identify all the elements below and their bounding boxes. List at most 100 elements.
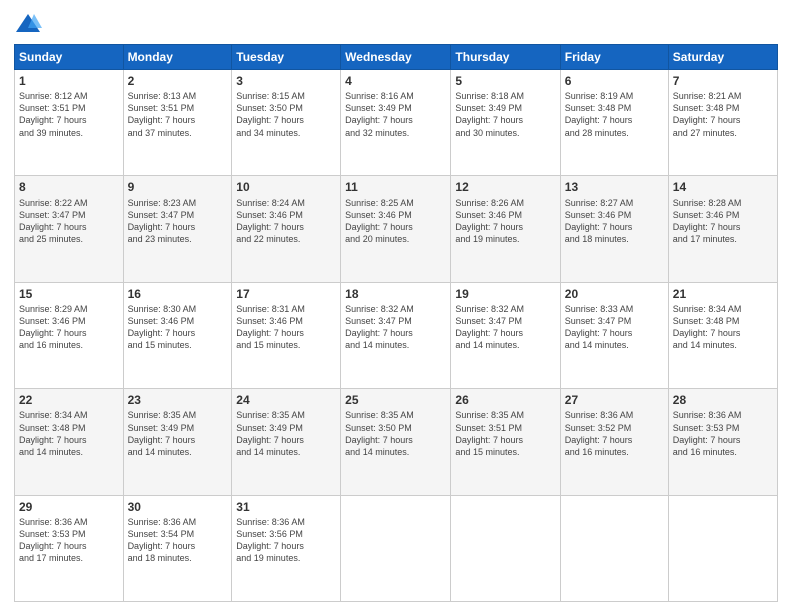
header [14,10,778,38]
day-number: 28 [673,392,773,408]
day-detail: Sunrise: 8:36 AMSunset: 3:54 PMDaylight:… [128,516,228,565]
day-detail: Sunrise: 8:19 AMSunset: 3:48 PMDaylight:… [565,90,664,139]
day-detail: Sunrise: 8:16 AMSunset: 3:49 PMDaylight:… [345,90,446,139]
day-number: 23 [128,392,228,408]
col-header-monday: Monday [123,45,232,70]
calendar-cell [560,495,668,601]
day-detail: Sunrise: 8:26 AMSunset: 3:46 PMDaylight:… [455,197,555,246]
day-number: 30 [128,499,228,515]
calendar-cell: 26Sunrise: 8:35 AMSunset: 3:51 PMDayligh… [451,389,560,495]
col-header-thursday: Thursday [451,45,560,70]
calendar-cell: 1Sunrise: 8:12 AMSunset: 3:51 PMDaylight… [15,70,124,176]
logo [14,10,44,38]
calendar-cell: 8 Sunrise: 8:22 AMSunset: 3:47 PMDaylight… [15,176,124,282]
col-header-saturday: Saturday [668,45,777,70]
calendar-cell: 4Sunrise: 8:16 AMSunset: 3:49 PMDaylight… [341,70,451,176]
day-number: 3 [236,73,336,89]
day-detail: Sunrise: 8:30 AMSunset: 3:46 PMDaylight:… [128,303,228,352]
day-number: 25 [345,392,446,408]
calendar-cell: 21Sunrise: 8:34 AMSunset: 3:48 PMDayligh… [668,282,777,388]
day-detail: Sunrise: 8:22 AMSunset: 3:47 PMDaylight:… [19,197,119,246]
calendar-cell: 17Sunrise: 8:31 AMSunset: 3:46 PMDayligh… [232,282,341,388]
day-detail: Sunrise: 8:32 AMSunset: 3:47 PMDaylight:… [345,303,446,352]
calendar-cell: 9Sunrise: 8:23 AMSunset: 3:47 PMDaylight… [123,176,232,282]
calendar-cell: 28Sunrise: 8:36 AMSunset: 3:53 PMDayligh… [668,389,777,495]
calendar-cell [451,495,560,601]
day-detail: Sunrise: 8:31 AMSunset: 3:46 PMDaylight:… [236,303,336,352]
day-number: 7 [673,73,773,89]
day-detail: Sunrise: 8:21 AMSunset: 3:48 PMDaylight:… [673,90,773,139]
day-detail: Sunrise: 8:32 AMSunset: 3:47 PMDaylight:… [455,303,555,352]
day-detail: Sunrise: 8:34 AMSunset: 3:48 PMDaylight:… [19,409,119,458]
day-number: 8 [19,179,119,195]
day-number: 21 [673,286,773,302]
calendar-cell: 29Sunrise: 8:36 AMSunset: 3:53 PMDayligh… [15,495,124,601]
day-detail: Sunrise: 8:35 AMSunset: 3:51 PMDaylight:… [455,409,555,458]
calendar-cell: 5Sunrise: 8:18 AMSunset: 3:49 PMDaylight… [451,70,560,176]
calendar-cell: 7Sunrise: 8:21 AMSunset: 3:48 PMDaylight… [668,70,777,176]
day-number: 17 [236,286,336,302]
col-header-friday: Friday [560,45,668,70]
day-detail: Sunrise: 8:25 AMSunset: 3:46 PMDaylight:… [345,197,446,246]
calendar-cell: 16Sunrise: 8:30 AMSunset: 3:46 PMDayligh… [123,282,232,388]
day-number: 6 [565,73,664,89]
calendar-cell: 18Sunrise: 8:32 AMSunset: 3:47 PMDayligh… [341,282,451,388]
day-number: 24 [236,392,336,408]
calendar-page: SundayMondayTuesdayWednesdayThursdayFrid… [0,0,792,612]
calendar-cell: 27Sunrise: 8:36 AMSunset: 3:52 PMDayligh… [560,389,668,495]
col-header-sunday: Sunday [15,45,124,70]
day-detail: Sunrise: 8:29 AMSunset: 3:46 PMDaylight:… [19,303,119,352]
day-detail: Sunrise: 8:27 AMSunset: 3:46 PMDaylight:… [565,197,664,246]
day-detail: Sunrise: 8:15 AMSunset: 3:50 PMDaylight:… [236,90,336,139]
day-number: 16 [128,286,228,302]
day-detail: Sunrise: 8:36 AMSunset: 3:52 PMDaylight:… [565,409,664,458]
day-number: 27 [565,392,664,408]
day-number: 13 [565,179,664,195]
calendar-cell: 11Sunrise: 8:25 AMSunset: 3:46 PMDayligh… [341,176,451,282]
day-number: 31 [236,499,336,515]
calendar-cell: 3Sunrise: 8:15 AMSunset: 3:50 PMDaylight… [232,70,341,176]
day-detail: Sunrise: 8:35 AMSunset: 3:50 PMDaylight:… [345,409,446,458]
day-number: 1 [19,73,119,89]
day-number: 26 [455,392,555,408]
day-number: 4 [345,73,446,89]
day-detail: Sunrise: 8:28 AMSunset: 3:46 PMDaylight:… [673,197,773,246]
day-number: 15 [19,286,119,302]
col-header-tuesday: Tuesday [232,45,341,70]
day-number: 18 [345,286,446,302]
day-number: 2 [128,73,228,89]
day-detail: Sunrise: 8:36 AMSunset: 3:53 PMDaylight:… [673,409,773,458]
day-detail: Sunrise: 8:12 AMSunset: 3:51 PMDaylight:… [19,90,119,139]
day-detail: Sunrise: 8:13 AMSunset: 3:51 PMDaylight:… [128,90,228,139]
calendar-cell: 22Sunrise: 8:34 AMSunset: 3:48 PMDayligh… [15,389,124,495]
calendar-cell: 6Sunrise: 8:19 AMSunset: 3:48 PMDaylight… [560,70,668,176]
calendar-cell: 12 Sunrise: 8:26 AMSunset: 3:46 PMDayligh… [451,176,560,282]
day-number: 10 [236,179,336,195]
calendar-cell: 14Sunrise: 8:28 AMSunset: 3:46 PMDayligh… [668,176,777,282]
calendar-cell: 2Sunrise: 8:13 AMSunset: 3:51 PMDaylight… [123,70,232,176]
day-number: 29 [19,499,119,515]
calendar-cell: 31Sunrise: 8:36 AMSunset: 3:56 PMDayligh… [232,495,341,601]
calendar-cell: 23Sunrise: 8:35 AMSunset: 3:49 PMDayligh… [123,389,232,495]
day-detail: Sunrise: 8:18 AMSunset: 3:49 PMDaylight:… [455,90,555,139]
day-number: 22 [19,392,119,408]
day-detail: Sunrise: 8:35 AMSunset: 3:49 PMDaylight:… [236,409,336,458]
day-number: 20 [565,286,664,302]
day-detail: Sunrise: 8:24 AMSunset: 3:46 PMDaylight:… [236,197,336,246]
day-detail: Sunrise: 8:34 AMSunset: 3:48 PMDaylight:… [673,303,773,352]
logo-icon [14,10,42,38]
calendar-cell: 19Sunrise: 8:32 AMSunset: 3:47 PMDayligh… [451,282,560,388]
day-number: 19 [455,286,555,302]
col-header-wednesday: Wednesday [341,45,451,70]
calendar-cell: 24Sunrise: 8:35 AMSunset: 3:49 PMDayligh… [232,389,341,495]
day-detail: Sunrise: 8:36 AMSunset: 3:56 PMDaylight:… [236,516,336,565]
calendar-cell [668,495,777,601]
day-number: 12 [455,179,555,195]
day-detail: Sunrise: 8:33 AMSunset: 3:47 PMDaylight:… [565,303,664,352]
calendar-cell: 10 Sunrise: 8:24 AMSunset: 3:46 PMDayligh… [232,176,341,282]
day-detail: Sunrise: 8:36 AMSunset: 3:53 PMDaylight:… [19,516,119,565]
day-number: 9 [128,179,228,195]
calendar-table: SundayMondayTuesdayWednesdayThursdayFrid… [14,44,778,602]
calendar-cell: 25Sunrise: 8:35 AMSunset: 3:50 PMDayligh… [341,389,451,495]
calendar-cell: 13 Sunrise: 8:27 AMSunset: 3:46 PMDayligh… [560,176,668,282]
